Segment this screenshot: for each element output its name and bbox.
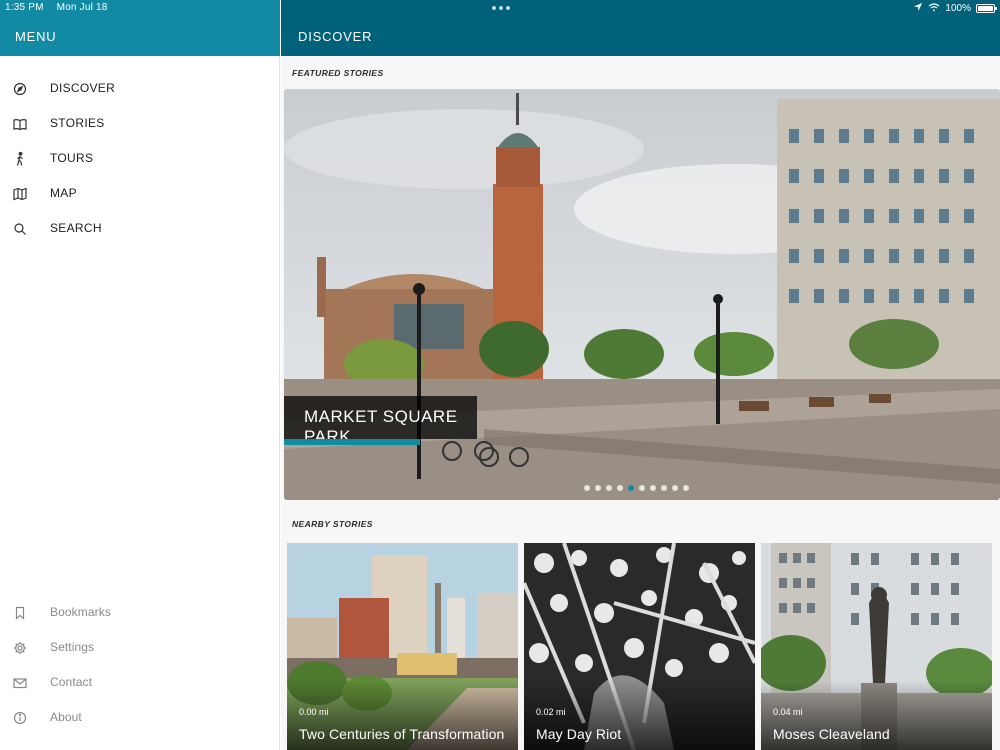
compass-icon: [12, 81, 28, 97]
story-distance: 0.00 mi: [299, 707, 329, 717]
wifi-icon: [928, 2, 940, 15]
book-icon: [12, 116, 28, 132]
status-bar-left: 1:35 PM Mon Jul 18: [5, 2, 118, 13]
sidebar-item-label: Bookmarks: [50, 605, 111, 619]
walking-icon: [12, 151, 28, 167]
status-time: 1:35 PM: [5, 2, 44, 13]
sidebar-item-bookmarks[interactable]: Bookmarks: [0, 595, 280, 630]
sidebar-item-about[interactable]: About: [0, 700, 280, 735]
carousel-page-dot[interactable]: [595, 485, 601, 491]
sidebar-header: 1:35 PM Mon Jul 18 MENU: [0, 0, 280, 56]
sidebar-item-label: MAP: [50, 186, 77, 200]
carousel-page-dot[interactable]: [639, 485, 645, 491]
sidebar-item-label: Settings: [50, 640, 95, 654]
featured-story-caption[interactable]: MARKET SQUARE PARK: [284, 396, 477, 446]
sidebar-item-discover[interactable]: DISCOVER: [0, 71, 280, 106]
featured-story-carousel[interactable]: MARKET SQUARE PARK: [284, 89, 1000, 500]
status-date: Mon Jul 18: [56, 2, 108, 13]
story-card[interactable]: 0.00 mi Two Centuries of Transformation: [287, 543, 518, 750]
carousel-page-dot[interactable]: [672, 485, 678, 491]
carousel-page-dot[interactable]: [661, 485, 667, 491]
story-card[interactable]: 0.02 mi May Day Riot: [524, 543, 755, 750]
carousel-page-dot[interactable]: [584, 485, 590, 491]
app-root: 1:35 PM Mon Jul 18 MENU DISCOVER STORIES: [0, 0, 1000, 750]
search-icon: [12, 221, 28, 237]
story-distance: 0.04 mi: [773, 707, 803, 717]
sidebar-item-label: About: [50, 710, 82, 724]
location-arrow-icon: [913, 2, 923, 15]
sidebar-nav: DISCOVER STORIES TOURS MAP SEARCH: [0, 71, 280, 246]
caption-accent-bar: [284, 439, 420, 445]
carousel-page-dot[interactable]: [683, 485, 689, 491]
story-title: Moses Cleaveland: [773, 726, 890, 742]
mail-icon: [12, 675, 28, 691]
nearby-stories-label: NEARBY STORIES: [292, 519, 373, 529]
sidebar-item-stories[interactable]: STORIES: [0, 106, 280, 141]
carousel-page-dot[interactable]: [650, 485, 656, 491]
main-content: DISCOVER 100% FEATURED STORIES MARKET SQ…: [281, 0, 1000, 750]
sidebar-item-label: Contact: [50, 675, 93, 689]
sidebar-item-label: TOURS: [50, 151, 94, 165]
sidebar-menu: 1:35 PM Mon Jul 18 MENU DISCOVER STORIES: [0, 0, 280, 750]
carousel-page-dot[interactable]: [617, 485, 623, 491]
battery-percent: 100%: [945, 3, 971, 14]
page-title: DISCOVER: [298, 29, 373, 44]
carousel-page-indicator[interactable]: [584, 485, 689, 491]
sidebar-item-contact[interactable]: Contact: [0, 665, 280, 700]
map-icon: [12, 186, 28, 202]
info-icon: [12, 710, 28, 726]
main-header: DISCOVER 100%: [281, 0, 1000, 56]
story-title: May Day Riot: [536, 726, 622, 742]
bookmark-icon: [12, 605, 28, 621]
battery-icon: [976, 4, 997, 13]
sidebar-item-label: SEARCH: [50, 221, 102, 235]
sidebar-item-label: STORIES: [50, 116, 105, 130]
sidebar-item-settings[interactable]: Settings: [0, 630, 280, 665]
carousel-page-dot[interactable]: [606, 485, 612, 491]
story-distance: 0.02 mi: [536, 707, 566, 717]
featured-stories-label: FEATURED STORIES: [292, 68, 384, 78]
story-card[interactable]: 0.04 mi Moses Cleaveland: [761, 543, 992, 750]
carousel-page-dot[interactable]: [628, 485, 634, 491]
menu-title: MENU: [15, 29, 57, 44]
sidebar-secondary-nav: Bookmarks Settings Contact About: [0, 595, 280, 735]
sidebar-item-label: DISCOVER: [50, 81, 116, 95]
status-bar-right: 100%: [913, 2, 997, 15]
sidebar-item-search[interactable]: SEARCH: [0, 211, 280, 246]
multitasking-handle[interactable]: [492, 6, 510, 10]
gear-icon: [12, 640, 28, 656]
sidebar-item-tours[interactable]: TOURS: [0, 141, 280, 176]
nearby-stories-list: 0.00 mi Two Centuries of Transformation …: [287, 543, 997, 750]
sidebar-item-map[interactable]: MAP: [0, 176, 280, 211]
story-title: Two Centuries of Transformation: [299, 726, 505, 742]
